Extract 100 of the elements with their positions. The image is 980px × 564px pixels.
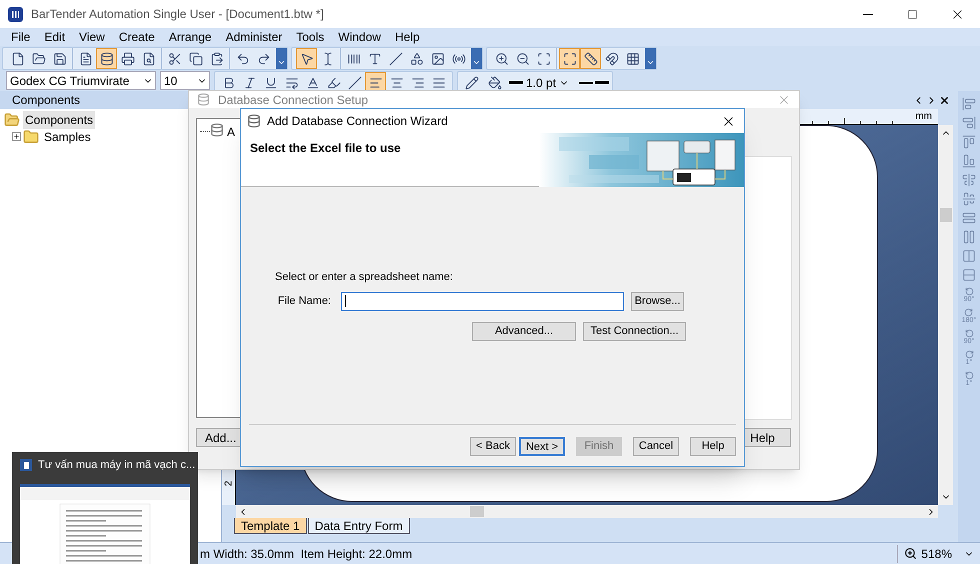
wizard-button[interactable]: Cancel [633, 437, 679, 456]
window-title: BarTender Automation Single User - [Document1.btw *] [31, 6, 324, 23]
letter-icon [368, 52, 382, 66]
database-button[interactable] [96, 48, 117, 69]
center-vertical-icon[interactable] [962, 173, 976, 187]
stretch-horizontal-icon[interactable] [962, 211, 976, 225]
database-icon [197, 93, 210, 106]
grid-icon [626, 52, 640, 66]
database-icon [100, 52, 114, 66]
line-style-icon [595, 81, 610, 84]
field-label: File Name: [276, 294, 331, 309]
panel-title: Components [12, 92, 80, 109]
broadcast-icon [452, 52, 466, 66]
overflow-button[interactable] [276, 48, 287, 69]
cut-icon [168, 52, 182, 66]
rows-icon[interactable] [962, 268, 976, 282]
tree-item[interactable]: Samples [42, 128, 93, 146]
expand-button[interactable] [559, 48, 580, 69]
font-color-icon [306, 76, 320, 90]
paste-icon [210, 52, 224, 66]
wizard-button[interactable]: Next > [519, 437, 565, 456]
pencil-icon [464, 76, 478, 90]
document-tab[interactable]: Template 1 [234, 518, 307, 534]
shapes-icon [410, 52, 424, 66]
app-icon [8, 6, 23, 22]
zoom-icon [904, 547, 918, 560]
justify-icon [432, 76, 446, 90]
align-left-icon[interactable] [962, 97, 976, 111]
copy-icon [188, 52, 202, 66]
prompt-text: Select or enter a spreadsheet name: [275, 270, 454, 285]
zoom-region-icon [536, 52, 550, 66]
caret-icon [277, 58, 286, 67]
folders-icon [4, 112, 20, 128]
menu-item[interactable]: Window [331, 28, 388, 46]
tree-item[interactable]: A [227, 123, 236, 141]
italic-icon [242, 76, 256, 90]
caret-icon [472, 58, 481, 67]
caret-icon [646, 58, 655, 67]
close-icon[interactable] [939, 94, 950, 106]
menu-item[interactable]: Help [388, 28, 427, 46]
menu-item[interactable]: Tools [289, 28, 332, 46]
pointer-icon [300, 52, 314, 66]
barcode-icon [346, 52, 360, 66]
align-top-icon[interactable] [962, 135, 976, 149]
wizard-heading: Select the Excel file to use [249, 140, 402, 157]
scroll-thumb[interactable] [940, 208, 952, 222]
overflow-button[interactable] [471, 48, 482, 69]
word-icon [20, 459, 32, 471]
align-right-icon[interactable] [962, 116, 976, 130]
scroll-thumb[interactable] [470, 506, 484, 517]
ruler-mark: 2 [222, 480, 235, 486]
test-connection-button[interactable]: Test Connection... [583, 322, 686, 340]
document-tab[interactable]: Data Entry Form [308, 518, 410, 534]
file-name-field[interactable] [341, 292, 624, 310]
browse-button[interactable]: Browse... [631, 292, 684, 310]
horizontal-scrollbar[interactable] [236, 505, 938, 518]
page-icon [10, 52, 24, 66]
rotate-icon [964, 308, 974, 317]
overflow-button[interactable] [645, 48, 656, 69]
align-right-icon [410, 76, 424, 90]
folder-icon [32, 52, 46, 66]
expand-icon[interactable] [12, 132, 21, 141]
font-size-dropdown[interactable]: 10 [160, 71, 210, 90]
database-icon [210, 123, 224, 137]
wizard-button[interactable]: Help [690, 437, 736, 456]
rotate-icon [964, 287, 974, 296]
highlighter-icon [326, 76, 340, 90]
line-width-dropdown[interactable]: 1.0 pt [507, 73, 572, 92]
expand-icon [562, 52, 576, 66]
dialog-title: Add Database Connection Wizard [267, 113, 448, 130]
zoom-in-icon [494, 52, 508, 66]
wizard-button[interactable]: < Back [470, 437, 516, 456]
menu-item[interactable]: File [4, 28, 38, 46]
columns-icon[interactable] [962, 249, 976, 263]
zoom-dropdown[interactable]: 518% [897, 544, 974, 562]
image-icon [430, 52, 444, 66]
menu-item[interactable]: Administer [218, 28, 290, 46]
stretch-vertical-icon[interactable] [962, 230, 976, 244]
redo-icon [256, 52, 270, 66]
ruler-button[interactable] [580, 48, 601, 69]
vertical-scrollbar[interactable] [938, 125, 953, 505]
advanced-button[interactable]: Advanced... [472, 322, 576, 340]
align-bottom-icon[interactable] [962, 154, 976, 168]
database-icon [247, 114, 261, 128]
tree-item[interactable]: Components [23, 110, 96, 128]
preview-title: Tư vấn mua máy in mã vạch c... [38, 458, 196, 473]
center-horizontal-icon[interactable] [962, 192, 976, 206]
wrap-text-icon [284, 76, 298, 90]
menu-item[interactable]: View [72, 28, 112, 46]
pointer-button[interactable] [296, 48, 317, 69]
menu-item[interactable]: Arrange [162, 28, 219, 46]
menu-item[interactable]: Create [112, 28, 162, 46]
add-button[interactable]: Add... [196, 428, 242, 447]
ruler-icon [584, 52, 598, 66]
line-style-icon [579, 82, 594, 84]
font-dropdown[interactable]: Godex CG Triumvirate [6, 71, 156, 90]
document-icon [78, 52, 92, 66]
ruler-unit: mm [915, 110, 932, 124]
maximize-icon [907, 8, 918, 20]
menu-item[interactable]: Edit [37, 28, 72, 46]
